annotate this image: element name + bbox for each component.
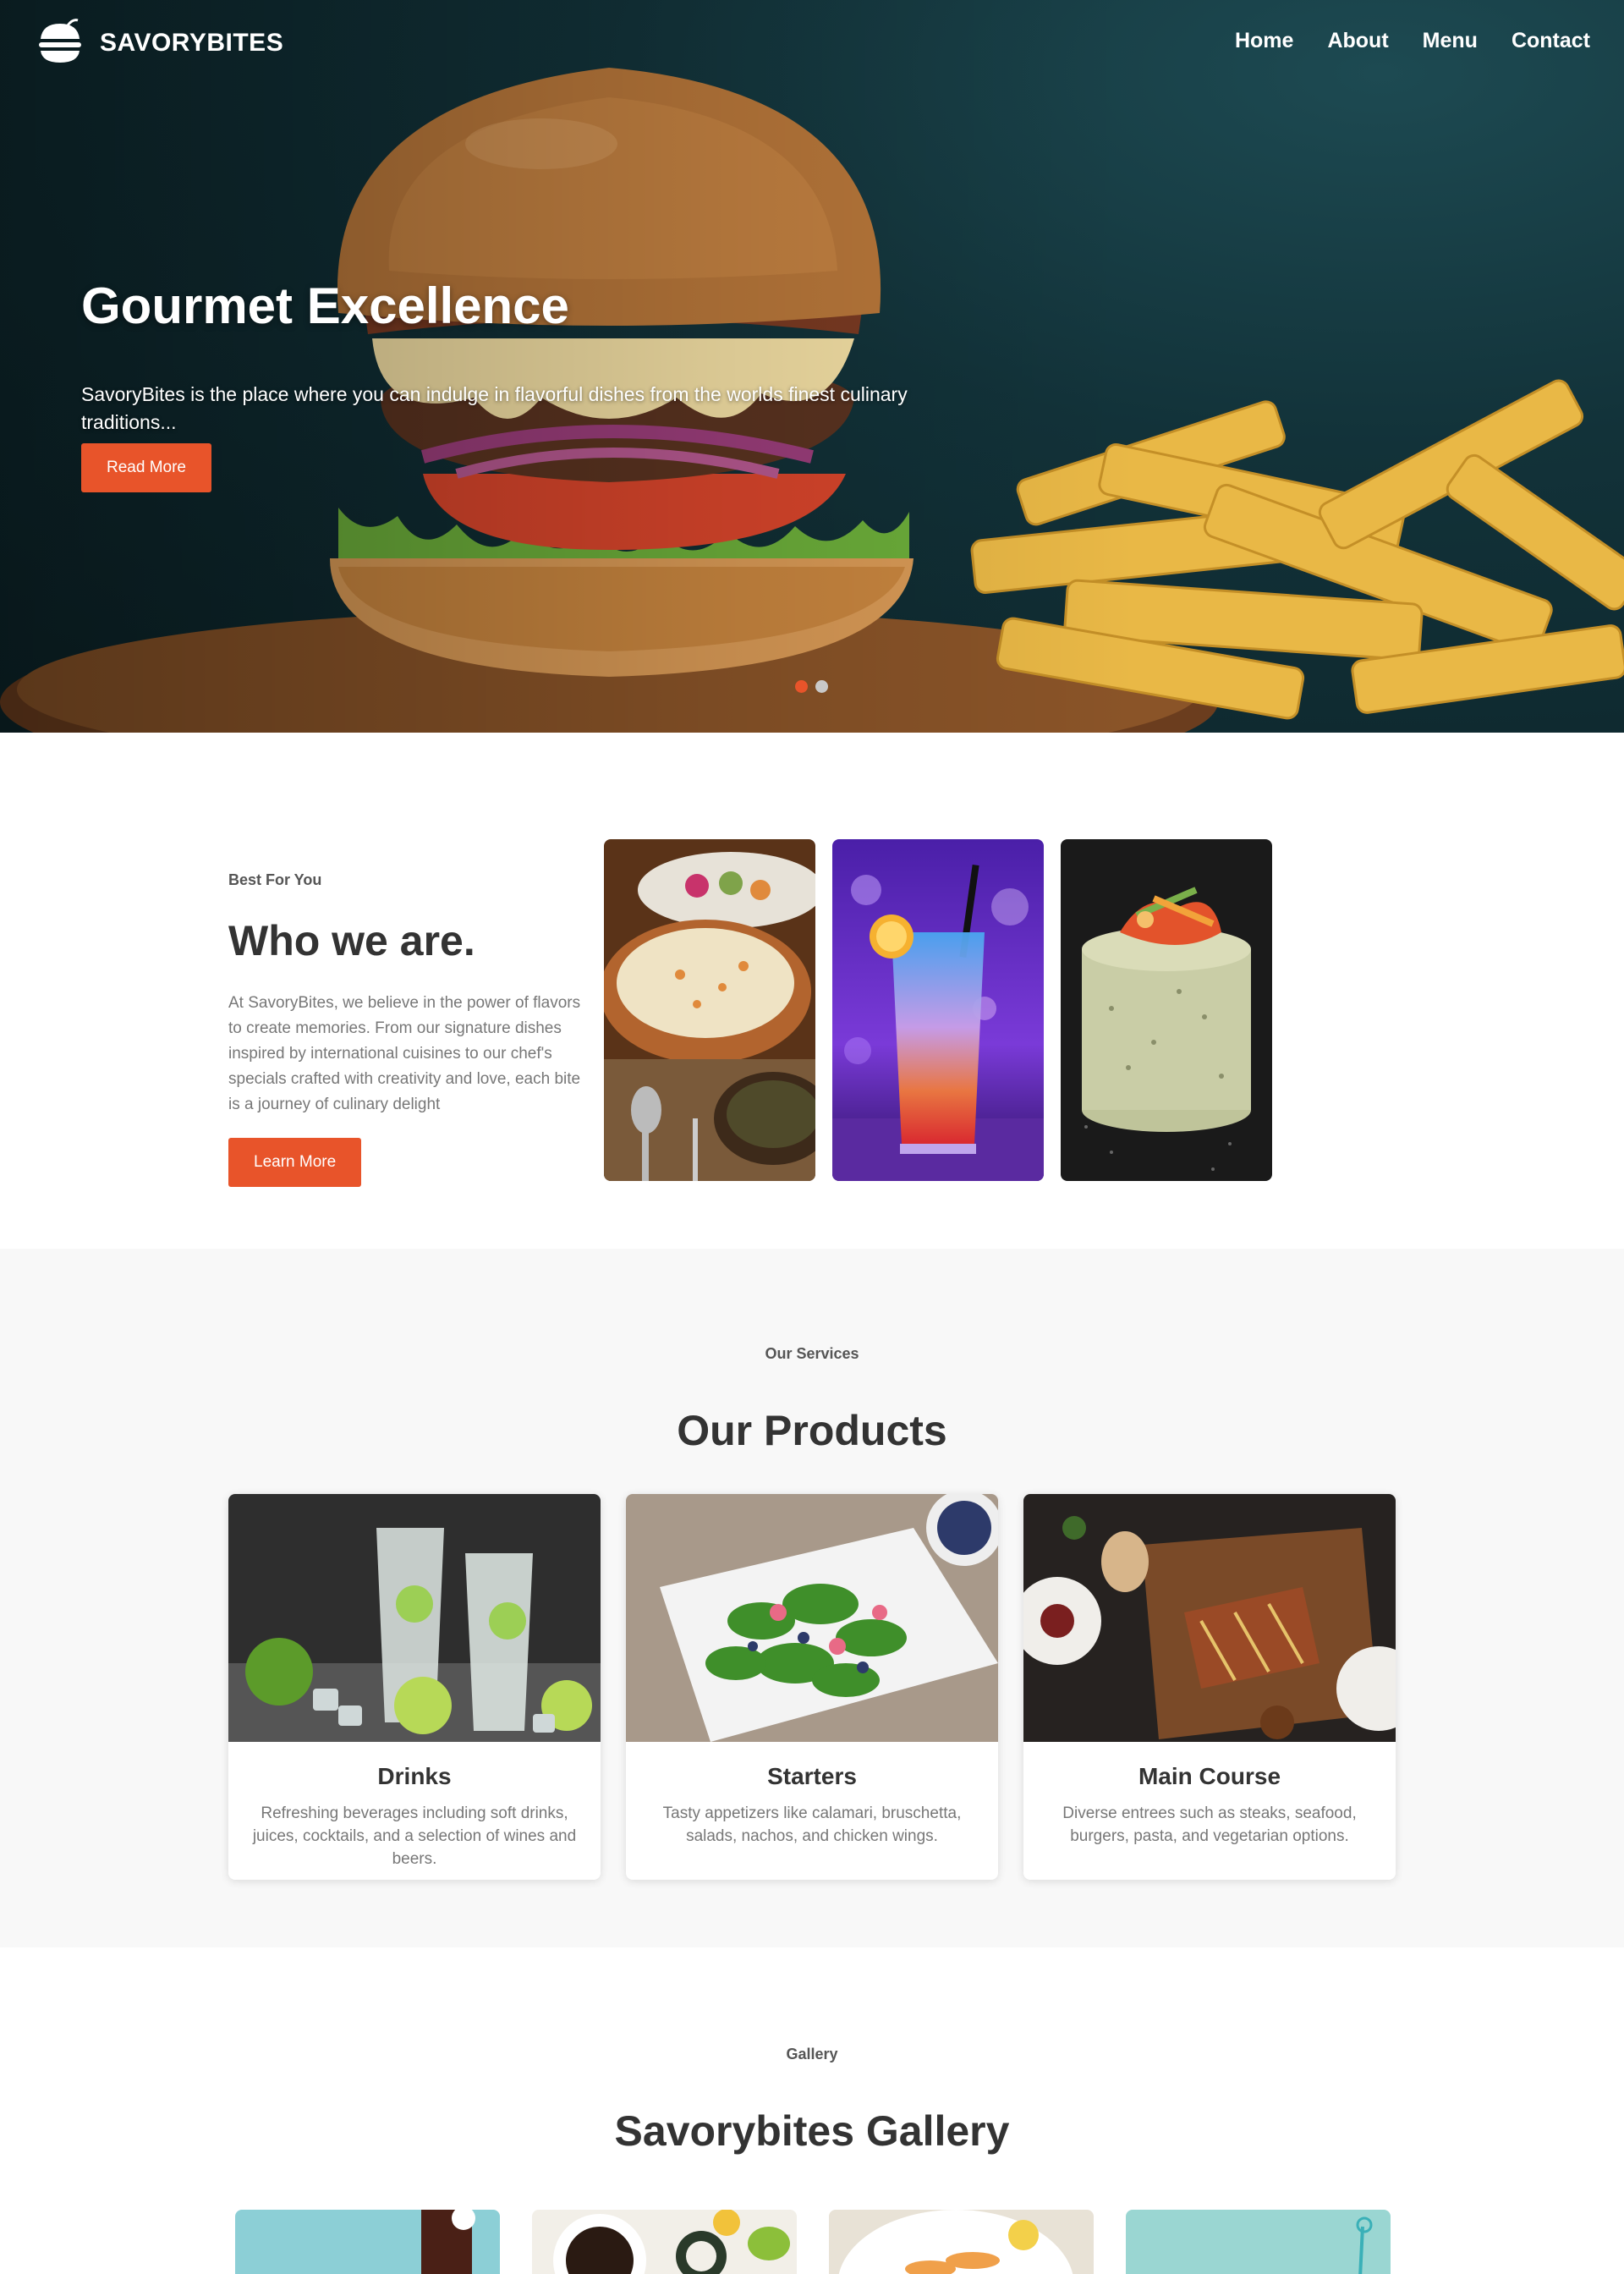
about-image-cocktail (832, 839, 1044, 1181)
gallery-section: Gallery Savorybites Gallery (0, 1947, 1624, 2274)
about-image-terrine (1061, 839, 1272, 1181)
nav-menu-link[interactable]: Menu (1423, 29, 1478, 53)
product-title: Main Course (1138, 1763, 1281, 1789)
gallery-image-1[interactable] (235, 2210, 500, 2274)
product-title: Starters (767, 1763, 857, 1789)
hero-description: SavoryBites is the place where you can i… (81, 383, 908, 433)
slider-dots (795, 680, 828, 693)
product-title: Drinks (377, 1763, 452, 1789)
main-nav: Home About Menu Contact (1235, 29, 1590, 53)
burger-logo-icon (39, 19, 81, 63)
about-title: Who we are. (228, 917, 475, 964)
hero-content: Gourmet Excellence SavoryBites is the pl… (81, 272, 927, 492)
about-image-rice-dish (604, 839, 815, 1181)
main-course-image (1023, 1494, 1396, 1742)
about-description: At SavoryBites, we believe in the power … (228, 994, 581, 1113)
about-images (604, 839, 1272, 1181)
gallery-eyebrow: Gallery (786, 2046, 838, 2063)
product-card-main-course[interactable]: Main Course Diverse entrees such as stea… (1023, 1494, 1396, 1880)
learn-more-button[interactable]: Learn More (228, 1138, 362, 1187)
product-description: Tasty appetizers like calamari, bruschet… (662, 1804, 962, 1845)
gallery-image-3[interactable] (829, 2210, 1094, 2274)
about-text: Best For You Who we are. At SavoryBites,… (228, 871, 584, 1187)
brand-name: SAVORYBITES (100, 29, 284, 57)
products-eyebrow: Our Services (765, 1345, 859, 1362)
starters-image (626, 1494, 998, 1742)
drinks-image (228, 1494, 601, 1742)
gallery-image-2[interactable] (532, 2210, 797, 2274)
nav-contact-link[interactable]: Contact (1512, 29, 1590, 53)
product-card-drinks[interactable]: Drinks Refreshing beverages including so… (228, 1494, 601, 1880)
brand-logo[interactable]: SAVORYBITES (34, 17, 283, 69)
product-cards: Drinks Refreshing beverages including so… (228, 1494, 1396, 1880)
product-card-starters[interactable]: Starters Tasty appetizers like calamari,… (626, 1494, 998, 1880)
nav-home-link[interactable]: Home (1235, 29, 1293, 53)
slider-dot-2[interactable] (815, 680, 828, 693)
navbar: SAVORYBITES Home About Menu Contact (0, 0, 1624, 88)
gallery-title: Savorybites Gallery (614, 2107, 1010, 2155)
about-eyebrow: Best For You (228, 871, 322, 888)
slider-dot-1[interactable] (795, 680, 808, 693)
gallery-image-4[interactable] (1126, 2210, 1391, 2274)
read-more-button[interactable]: Read More (81, 443, 211, 492)
about-section: Best For You Who we are. At SavoryBites,… (0, 733, 1624, 1249)
hero-section: SAVORYBITES Home About Menu Contact Gour… (0, 0, 1624, 733)
products-section: Our Services Our Products Drinks Refresh… (0, 1249, 1624, 1947)
product-description: Refreshing beverages including soft drin… (252, 1804, 577, 1868)
product-description: Diverse entrees such as steaks, seafood,… (1062, 1804, 1357, 1845)
gallery-grid (235, 2210, 1391, 2274)
hero-title: Gourmet Excellence (81, 277, 569, 334)
nav-about-link[interactable]: About (1327, 29, 1388, 53)
products-title: Our Products (677, 1407, 947, 1454)
